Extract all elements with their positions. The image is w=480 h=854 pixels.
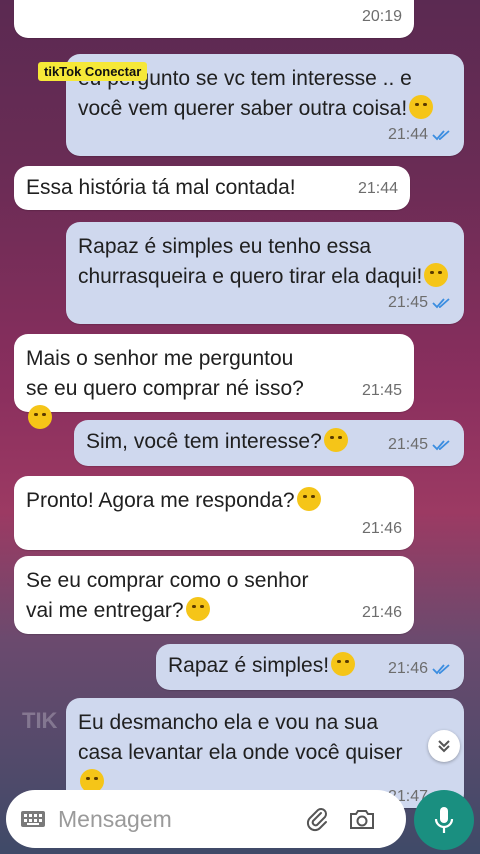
message-meta: 21:45 [388, 288, 452, 318]
attach-icon[interactable] [304, 806, 330, 832]
message-incoming: Mais o senhor me perguntou se eu quero c… [14, 334, 414, 429]
microphone-icon [434, 807, 454, 833]
message-time: 21:45 [361, 382, 402, 399]
message-meta: 20:19 [362, 2, 402, 32]
tiktok-watermark: TIK [22, 708, 58, 733]
emoji-icon [323, 428, 348, 452]
emoji-icon [331, 652, 356, 676]
message-meta: 21:46 [362, 598, 402, 628]
message-text: Mais o senhor me perguntou se eu quero c… [26, 347, 304, 400]
message-time: 21:44 [357, 180, 398, 197]
message-time: 21:45 [387, 436, 428, 453]
message-meta: 21:44 [358, 174, 398, 204]
message-time: 21:46 [387, 660, 428, 677]
message-time: 21:44 [387, 126, 428, 143]
message-outgoing: Sim, você tem interesse? 21:45 [74, 420, 464, 466]
message-time: 21:46 [361, 604, 402, 621]
emoji-icon [185, 597, 210, 621]
voice-record-button[interactable] [414, 790, 474, 850]
message-outgoing: Rapaz é simples eu tenho essa churrasque… [66, 222, 464, 324]
message-text: Rapaz é simples eu tenho essa churrasque… [78, 235, 423, 288]
message-composer [6, 790, 406, 848]
message-meta: 21:44 [388, 120, 452, 150]
message-meta: 21:45 [362, 376, 402, 406]
message-time: 21:46 [361, 520, 402, 537]
keyboard-icon[interactable] [20, 809, 46, 829]
message-incoming: Pronto! Agora me responda? 21:46 [14, 476, 414, 550]
camera-icon[interactable] [348, 806, 376, 832]
message-input[interactable] [56, 804, 300, 834]
message-incoming: 20:19 [14, 0, 414, 38]
message-meta: 21:46 [362, 514, 402, 544]
message-outgoing: Rapaz é simples! 21:46 [156, 644, 464, 690]
emoji-icon [409, 95, 434, 119]
read-ticks-icon [432, 664, 450, 675]
message-text: Rapaz é simples! [168, 654, 330, 677]
message-time: 20:19 [361, 8, 402, 25]
scroll-down-button[interactable] [428, 730, 460, 762]
message-text: Sim, você tem interesse? [86, 430, 322, 453]
read-ticks-icon [432, 130, 450, 141]
emoji-icon [28, 405, 52, 429]
message-time: 21:45 [387, 294, 428, 311]
message-text: Eu desmancho ela e vou na sua casa levan… [78, 711, 403, 764]
message-meta: 21:46 [388, 654, 452, 684]
tiktok-badge: tikTok Conectar [38, 62, 148, 81]
message-incoming: Essa história tá mal contada! 21:44 [14, 166, 410, 210]
message-incoming: Se eu comprar como o senhor vai me entre… [14, 556, 414, 634]
emoji-icon [296, 487, 321, 511]
message-meta: 21:45 [388, 430, 452, 460]
message-text: Essa história tá mal contada! [26, 176, 296, 199]
read-ticks-icon [432, 298, 450, 309]
emoji-icon [424, 263, 449, 287]
message-text: Se eu comprar como o senhor vai me entre… [26, 569, 309, 622]
read-ticks-icon [432, 440, 450, 451]
message-text: Pronto! Agora me responda? [26, 489, 295, 512]
double-chevron-down-icon [438, 740, 450, 753]
